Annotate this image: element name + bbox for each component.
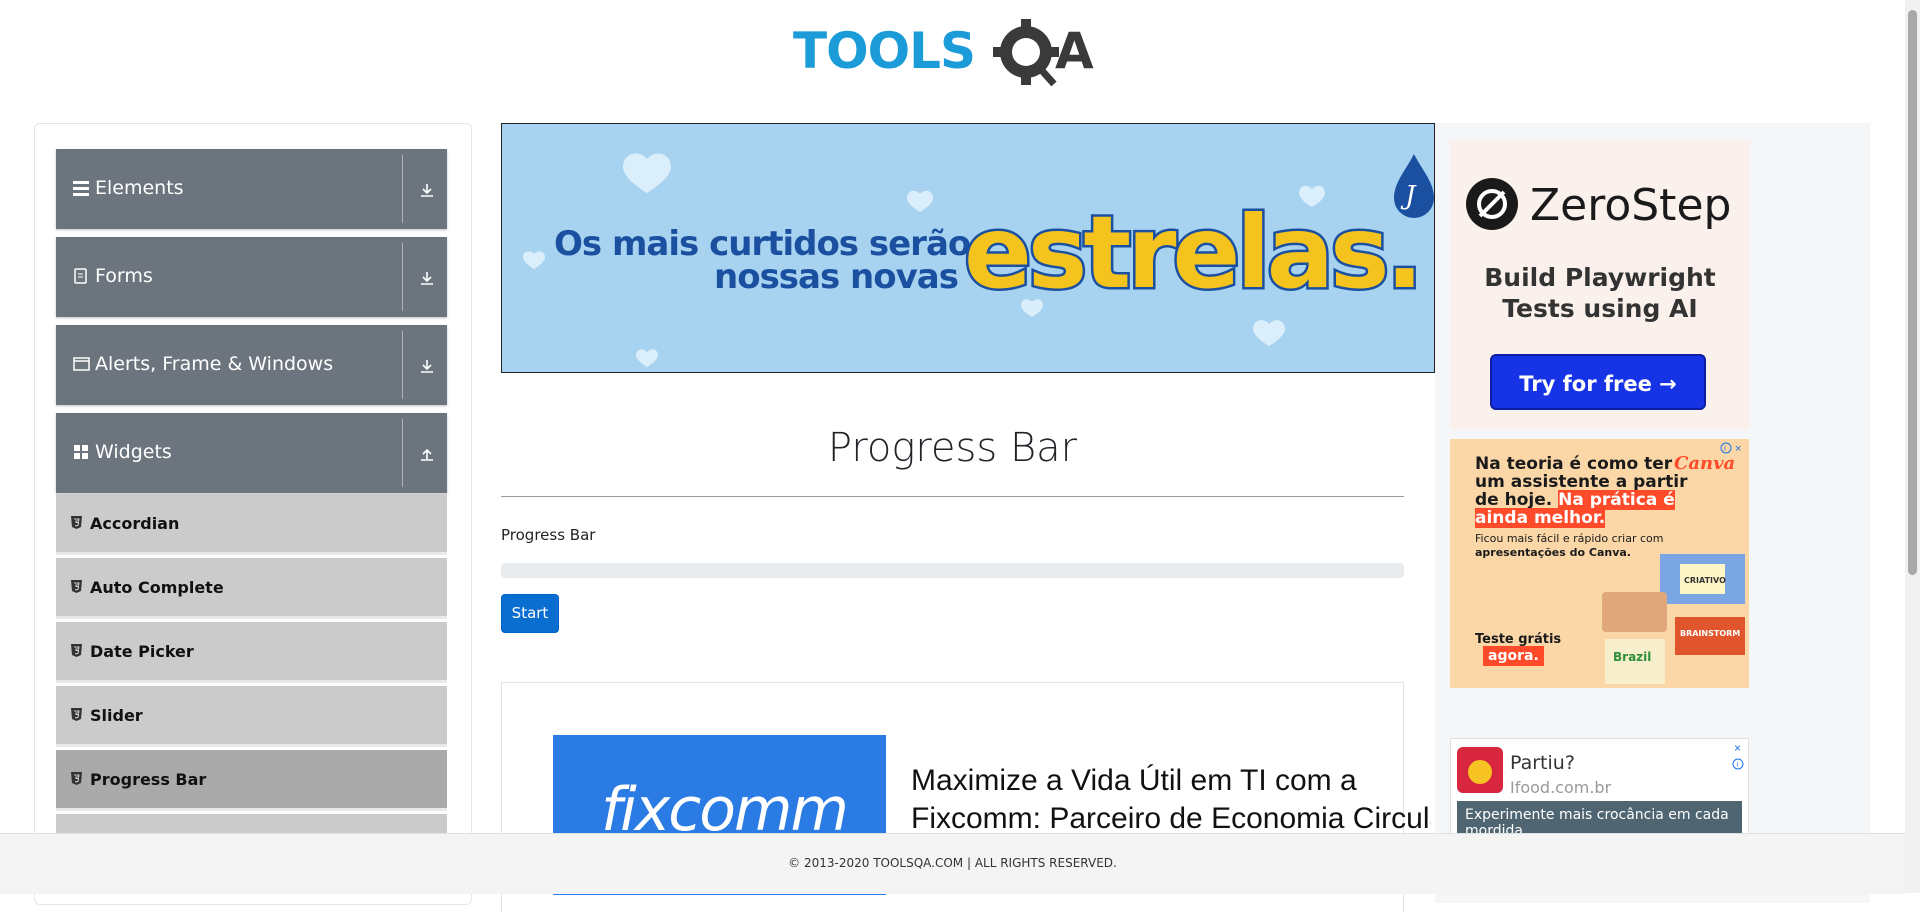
sidebar-item-label: Accordian [90,514,180,533]
grid-icon [74,445,88,459]
canva-cta-highlight: agora. [1483,646,1544,666]
canva-cta: Teste grátis [1475,632,1562,647]
canva-headline: Na teoria é como ter um assistente a par… [1475,455,1690,528]
zerostep-tagline: Build Playwright Tests using AI [1484,263,1716,323]
sidebar-item-progress-bar[interactable]: Progress Bar [56,750,447,811]
canva-subtext: Ficou mais fácil e rápido criar com apre… [1475,532,1675,560]
divider [402,243,403,311]
sidebar-item-label: Date Picker [90,642,194,661]
upload-icon [421,448,433,461]
sidebar-item-label: Auto Complete [90,578,224,597]
canva-logo: Canva [1674,453,1736,474]
progress-bar-label: Progress Bar [501,526,596,544]
toolsqa-logo[interactable]: TOOLS A [793,14,1115,90]
sidebar-group-alerts[interactable]: Alerts, Frame & Windows [56,325,447,405]
start-button[interactable]: Start [501,594,559,633]
html-icon [71,516,82,529]
sidebar-group-widgets[interactable]: Widgets [56,413,447,493]
sidebar-group-label: Forms [95,265,153,287]
ifood-logo-icon [1457,747,1503,793]
svg-text:×: × [1734,741,1741,755]
sidebar-item-label: Slider [90,706,143,725]
logo-text-right: A [1055,22,1094,80]
ad-banner-top[interactable]: J Os mais curtidos serão nossas novas es… [501,123,1435,373]
divider [402,155,403,223]
sidebar-item-auto-complete[interactable]: Auto Complete [56,558,447,619]
progress-bar [501,563,1404,578]
sidebar-item-accordian[interactable]: Accordian [56,494,447,555]
ad-close-icon[interactable]: ×i [1730,741,1746,771]
canva-tag-brainstorm: BRAINSTORM [1680,629,1740,638]
download-icon [421,272,433,285]
article-title-text: Maximize a Vida Útil em TI com a Fixcomm… [911,764,1431,835]
document-icon [74,268,87,284]
html-icon [71,644,82,657]
html-icon [71,708,82,721]
sidebar-group-label: Elements [95,177,184,199]
ad-headline: estrelas. [962,192,1427,314]
hamburger-icon [73,181,89,196]
divider [402,331,403,399]
html-icon [71,580,82,593]
article-title[interactable]: Maximize a Vida Útil em TI com a Fixcomm… [911,762,1431,838]
svg-text:i: i [1737,762,1739,769]
canva-tag-brazil: Brazil [1613,650,1651,664]
sidebar-item-label: Progress Bar [90,770,207,789]
footer-copyright: © 2013-2020 TOOLSQA.COM | ALL RIGHTS RES… [788,856,1117,870]
download-icon [421,360,433,373]
canva-tag-criativo: CRIATIVO [1684,576,1726,585]
zerostep-logo-icon [1466,178,1518,230]
zerostep-name: ZeroStep [1530,180,1732,231]
svg-text:i: i [1724,444,1726,453]
ad-line-2: nossas novas [714,257,959,297]
canva-sub-plain: Ficou mais fácil e rápido criar com [1475,532,1664,545]
gear-icon [993,19,1059,87]
try-free-button[interactable]: Try for free → [1490,354,1706,410]
logo-text-left: TOOLS [793,22,975,80]
divider [402,419,403,487]
canva-sub-bold: apresentações do Canva. [1475,546,1631,559]
svg-text:×: × [1735,443,1741,455]
window-icon [73,357,90,371]
sidebar-item-slider[interactable]: Slider [56,686,447,747]
ifood-url: Ifood.com.br [1510,778,1612,797]
sidebar-group-elements[interactable]: Elements [56,149,447,229]
sidebar-group-forms[interactable]: Forms [56,237,447,317]
scrollbar-thumb[interactable] [1908,10,1917,575]
html-icon [71,772,82,785]
ifood-title: Partiu? [1510,752,1575,774]
title-divider [501,496,1404,497]
download-icon [421,184,433,197]
sidebar-group-label: Alerts, Frame & Windows [95,353,334,375]
sidebar-group-label: Widgets [95,441,172,463]
sidebar-item-date-picker[interactable]: Date Picker [56,622,447,683]
page-title: Progress Bar [827,425,1078,471]
